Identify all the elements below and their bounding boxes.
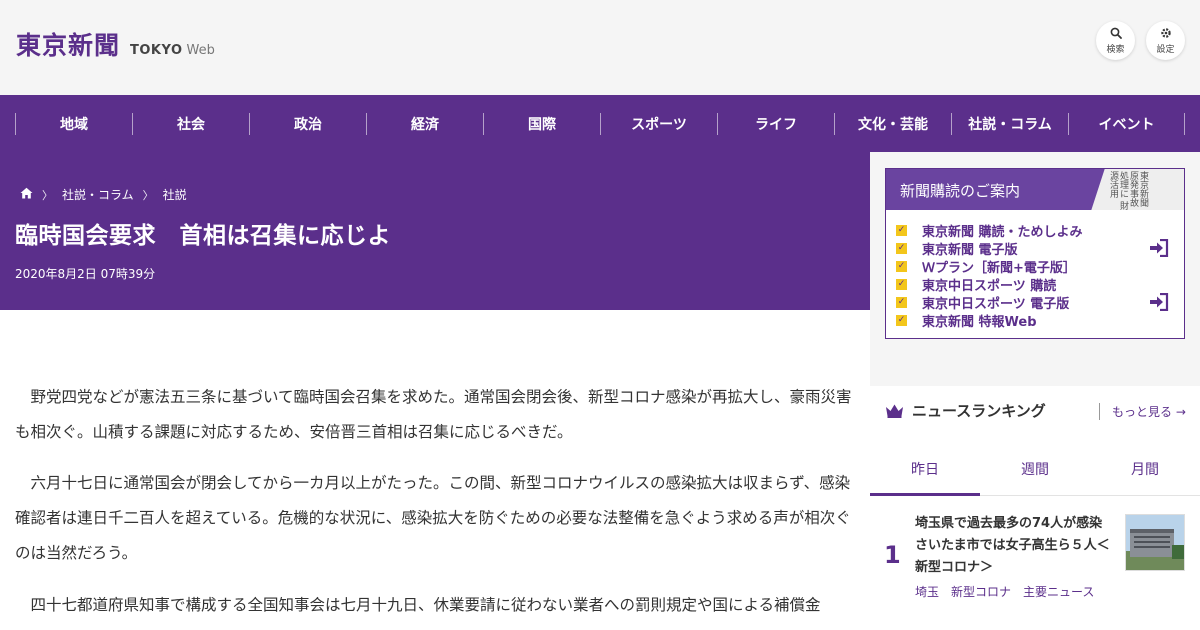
nav-item-region[interactable]: 地域 — [15, 112, 132, 135]
gear-icon — [1160, 27, 1171, 38]
breadcrumb: 〉 社説・コラム 〉 社説 — [20, 186, 187, 203]
ranking-thumbnail[interactable] — [1125, 514, 1185, 571]
nav-item-life[interactable]: ライフ — [717, 112, 834, 135]
subscription-item-chunichi-sports[interactable]: ✓ 東京中日スポーツ 購読 — [896, 275, 1083, 294]
breadcrumb-home[interactable] — [20, 187, 33, 202]
subscription-box: 新聞購読のご案内 東京新聞 原発事故処理に 財源活用 ✓ 東京新聞 購読・ためしよ… — [885, 168, 1185, 339]
site-header: 東京新聞 TOKYO Web 検索 設定 — [0, 0, 1200, 95]
subscription-item-label: 東京中日スポーツ 電子版 — [922, 296, 1070, 312]
tag-main-news[interactable]: 主要ニュース — [1023, 583, 1094, 600]
subscription-item-label: 東京中日スポーツ 購読 — [922, 278, 1057, 294]
search-button[interactable]: 検索 — [1096, 21, 1135, 60]
tag-covid[interactable]: 新型コロナ — [951, 583, 1011, 600]
ranking-title: ニュースランキング — [912, 402, 1046, 420]
crown-icon — [886, 404, 903, 418]
breadcrumb-editorial-column[interactable]: 社説・コラム — [62, 186, 134, 203]
settings-button[interactable]: 設定 — [1146, 21, 1185, 60]
subscription-item-label: Ｗプラン［新聞+電子版］ — [922, 260, 1076, 276]
subscription-item-label: 東京新聞 特報Web — [922, 314, 1037, 330]
building-photo — [1126, 515, 1184, 570]
nav-item-culture[interactable]: 文化・芸能 — [834, 112, 951, 135]
ranking-tabs: 昨日 週間 月間 — [870, 443, 1200, 496]
nav-item-international[interactable]: 国際 — [483, 112, 600, 135]
breadcrumb-separator: 〉 — [42, 188, 53, 202]
article-date: 2020年8月2日 07時39分 — [15, 267, 156, 281]
article-header: 〉 社説・コラム 〉 社説 臨時国会要求 首相は召集に応じよ 2020年8月2日… — [0, 152, 870, 310]
subscription-item-tokuho-web[interactable]: ✓ 東京新聞 特報Web — [896, 311, 1083, 330]
newspaper-image-text: 東京新聞 原発事故処理に 財源活用 — [1108, 171, 1148, 210]
article-paragraph: 六月十七日に通常国会が閉会してから一カ月以上がたった。この間、新型コロナウイルス… — [15, 474, 851, 562]
tab-monthly[interactable]: 月間 — [1090, 443, 1200, 495]
settings-label: 設定 — [1156, 44, 1175, 55]
subscription-item-label: 東京新聞 電子版 — [922, 242, 1018, 258]
logo-tokyo: TOKYO — [130, 43, 183, 58]
nav-item-economy[interactable]: 経済 — [366, 112, 483, 135]
nav-item-politics[interactable]: 政治 — [249, 112, 366, 135]
subscription-item-label: 東京新聞 購読・ためしよみ — [922, 224, 1083, 240]
subscription-item-chunichi-sports-digital[interactable]: ✓ 東京中日スポーツ 電子版 — [896, 293, 1083, 312]
ranking-headline[interactable]: 埼玉県で過去最多の74人が感染 さいたま市では女子高生ら５人＜新型コロナ＞ — [915, 513, 1115, 579]
logo-japanese: 東京新聞 — [16, 31, 121, 60]
article-body: 野党四党などが憲法五三条に基づいて臨時国会召集を求めた。通常国会閉会後、新型コロ… — [0, 310, 870, 630]
subscription-title: 新聞購読のご案内 — [900, 182, 1021, 200]
ranking-tags: 埼玉 新型コロナ 主要ニュース — [915, 583, 1106, 600]
article-paragraph: 野党四党などが憲法五三条に基づいて臨時国会召集を求めた。通常国会閉会後、新型コロ… — [15, 388, 852, 441]
search-icon — [1110, 27, 1122, 39]
tag-saitama[interactable]: 埼玉 — [915, 583, 939, 600]
main-nav: 地域 社会 政治 経済 国際 スポーツ ライフ 文化・芸能 社説・コラム イベン… — [0, 95, 1200, 152]
nav-item-events[interactable]: イベント — [1068, 112, 1185, 135]
arrow-right-icon: → — [1175, 405, 1186, 419]
subscription-header: 新聞購読のご案内 東京新聞 原発事故処理に 財源活用 — [886, 169, 1184, 210]
check-icon: ✓ — [896, 278, 907, 290]
check-icon: ✓ — [896, 260, 907, 272]
search-label: 検索 — [1106, 44, 1125, 55]
subscription-item-digital[interactable]: ✓ 東京新聞 電子版 — [896, 239, 1083, 258]
nav-item-editorial[interactable]: 社説・コラム — [951, 112, 1068, 135]
more-link-label: もっと見る — [1112, 405, 1173, 419]
ranking-more-link[interactable]: もっと見る → — [1099, 403, 1186, 420]
home-icon — [20, 187, 33, 199]
ranking-header: ニュースランキング — [885, 400, 1046, 421]
check-icon: ✓ — [896, 224, 907, 236]
article-title: 臨時国会要求 首相は召集に応じよ — [15, 223, 391, 249]
subscription-item-trial[interactable]: ✓ 東京新聞 購読・ためしよみ — [896, 221, 1083, 240]
logo-web: Web — [186, 43, 215, 58]
tab-yesterday[interactable]: 昨日 — [870, 443, 980, 496]
check-icon: ✓ — [896, 242, 907, 254]
breadcrumb-separator: 〉 — [142, 188, 154, 202]
check-icon: ✓ — [896, 314, 907, 326]
tab-weekly[interactable]: 週間 — [980, 443, 1090, 495]
nav-item-sports[interactable]: スポーツ — [600, 112, 717, 135]
nav-item-society[interactable]: 社会 — [132, 112, 249, 135]
subscription-list: ✓ 東京新聞 購読・ためしよみ ✓ 東京新聞 電子版 ✓ Ｗプラン［新聞+電子版］ ✓… — [896, 221, 1083, 330]
breadcrumb-editorial[interactable]: 社説 — [163, 186, 187, 203]
check-icon: ✓ — [896, 296, 907, 308]
login-icon[interactable] — [1149, 293, 1169, 311]
subscription-item-wplan[interactable]: ✓ Ｗプラン［新聞+電子版］ — [896, 257, 1083, 276]
login-icon[interactable] — [1149, 239, 1169, 257]
ranking-number: 1 — [884, 541, 901, 569]
site-logo[interactable]: 東京新聞 TOKYO Web — [16, 26, 215, 62]
article-paragraph: 四十七都道府県知事で構成する全国知事会は七月十九日、休業要請に従わない業者への罰… — [15, 596, 821, 614]
